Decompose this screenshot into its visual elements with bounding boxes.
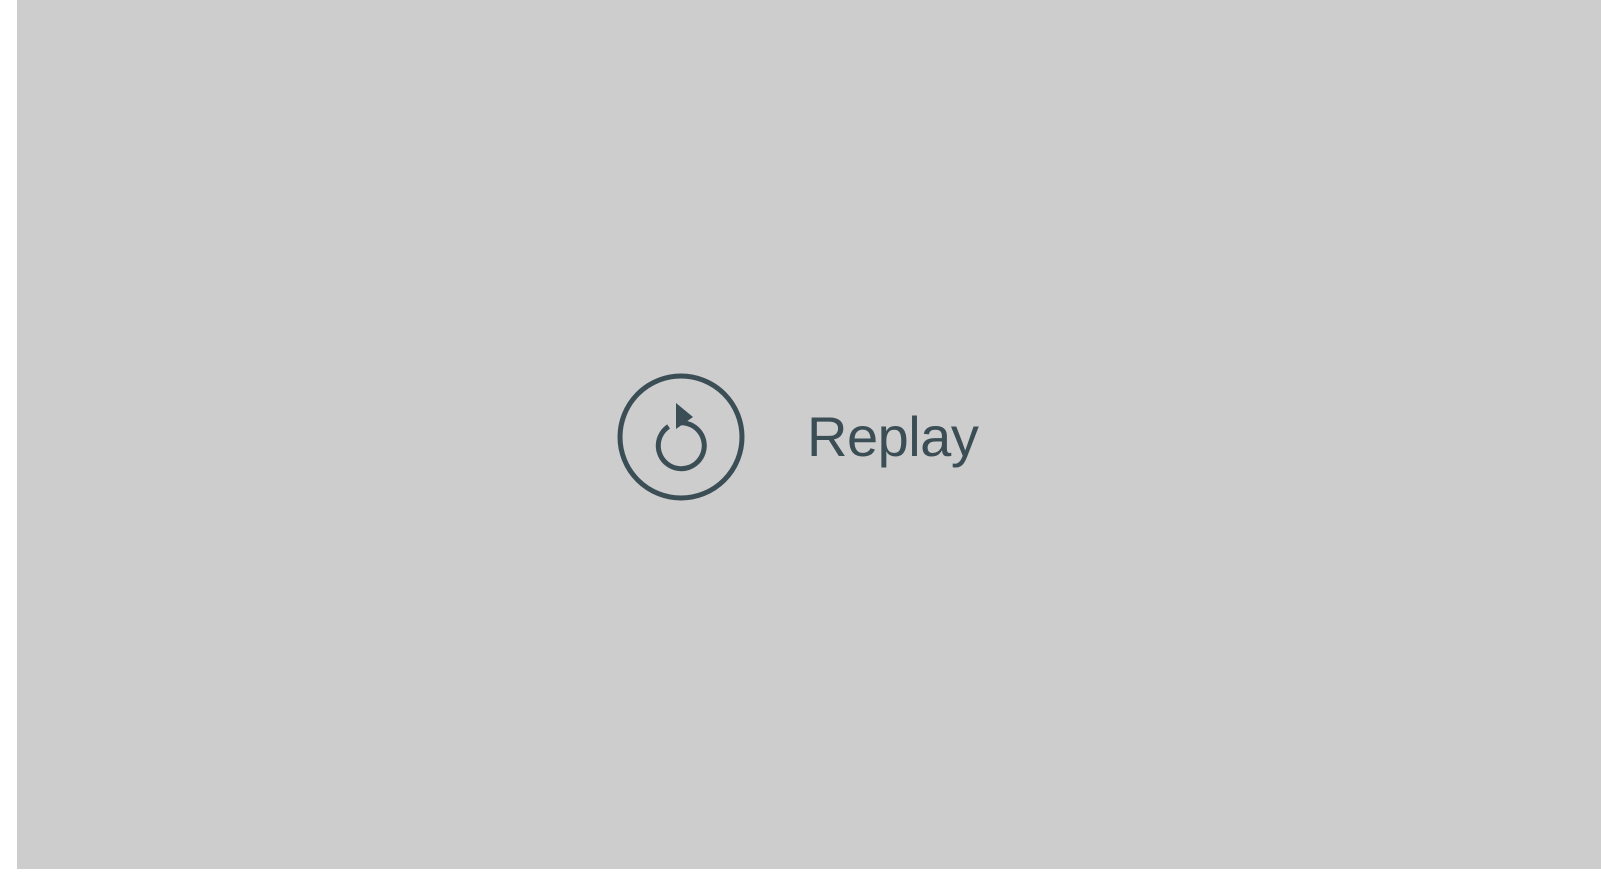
replay-label: Replay bbox=[807, 405, 979, 468]
video-end-screen: Replay bbox=[17, 0, 1601, 869]
replay-button[interactable]: Replay bbox=[617, 357, 979, 517]
replay-icon bbox=[617, 373, 745, 501]
